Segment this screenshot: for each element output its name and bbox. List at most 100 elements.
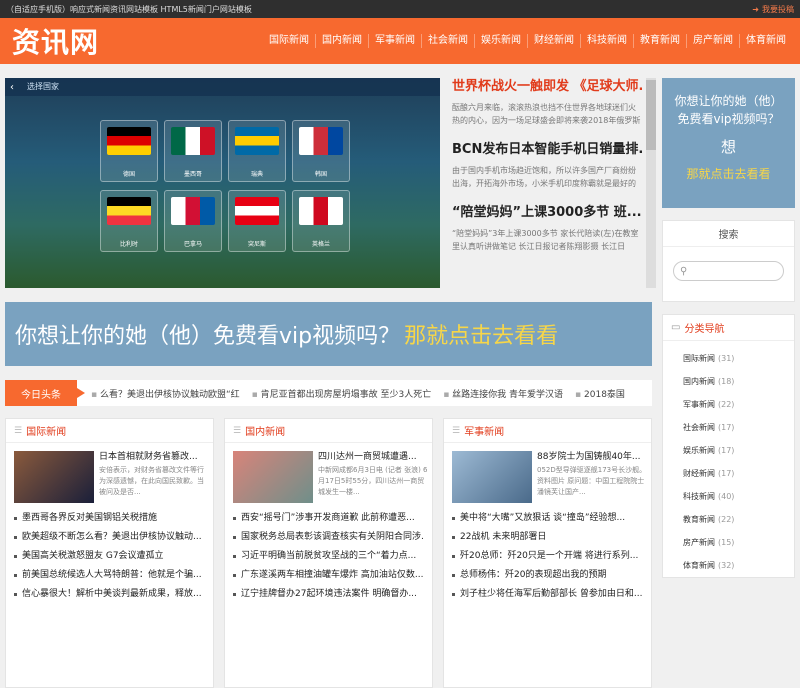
category-item[interactable]: 教育新闻 (22) xyxy=(683,508,794,531)
nav-item[interactable]: 教育新闻 xyxy=(633,34,686,48)
featured-desc: 052D型导弹驱逐舰173号长沙舰。资料图片 原问题：中国工程院院士潘镜芙让国产… xyxy=(537,466,647,496)
featured-article[interactable]: 88岁院士为国铸舰40年... 052D型导弹驱逐舰173号长沙舰。资料图片 原… xyxy=(444,443,651,505)
list-item[interactable]: 美中将“大嘴”又放狠话 谈“撞岛”经验想... xyxy=(452,509,643,528)
category-count: (40) xyxy=(718,492,735,501)
list-item[interactable]: 习近平明确当前脱贫攻坚战的三个“着力点... xyxy=(233,547,424,566)
headline-item[interactable]: BCN发布日本智能手机日销量排... 由于国内手机市场趋近饱和，所以许多国产厂商… xyxy=(452,141,642,190)
sidebar-ad-cta[interactable]: 那就点击去看看 xyxy=(670,165,787,182)
category-list: 国际新闻 (31) 国内新闻 (18) 军事新闻 (22) 社会新闻 (17) 娱乐新闻 (17)… xyxy=(663,341,794,577)
article-thumbnail[interactable] xyxy=(452,451,532,503)
category-item[interactable]: 国际新闻 (31) xyxy=(683,347,794,370)
ticker-label: 今日头条 xyxy=(5,380,85,406)
nav-item[interactable]: 科技新闻 xyxy=(580,34,633,48)
banner-cta[interactable]: 那就点击去看看 xyxy=(404,318,558,350)
category-item[interactable]: 社会新闻 (17) xyxy=(683,416,794,439)
category-name[interactable]: 教育新闻 xyxy=(683,515,715,524)
category-item[interactable]: 财经新闻 (17) xyxy=(683,462,794,485)
article-thumbnail[interactable] xyxy=(14,451,94,503)
column-title[interactable]: 国际新闻 xyxy=(26,423,66,438)
flag-card[interactable]: 比利时 xyxy=(100,190,158,252)
category-name[interactable]: 房产新闻 xyxy=(683,538,715,547)
headline-scrollbar[interactable] xyxy=(646,78,656,288)
flag-card[interactable]: 英格兰 xyxy=(292,190,350,252)
category-name[interactable]: 科技新闻 xyxy=(683,492,715,501)
list-item[interactable]: 辽宁挂牌督办27起环境违法案件 明确督办... xyxy=(233,585,424,604)
list-item[interactable]: 西安“摇号门”涉事开发商道歉 此前称遭恶... xyxy=(233,509,424,528)
ticker-item[interactable]: 丝路连接你我 青年爱学汉语 xyxy=(443,387,563,400)
featured-article[interactable]: 日本首相就财务省篡改... 安倍表示，对财务省篡改文件等行为深感遗憾，在此向国民… xyxy=(6,443,213,505)
list-item[interactable]: 歼20总师：歼20只是一个开端 将进行系列... xyxy=(452,547,643,566)
sidebar-ad-line2: 想 xyxy=(720,138,736,156)
list-item[interactable]: 前美国总统候选人大骂特朗普：他就是个骗... xyxy=(14,566,205,585)
column-title[interactable]: 军事新闻 xyxy=(464,423,504,438)
featured-article[interactable]: 四川达州一商贸城遭遇... 中新网成都6月3日电 (记者 张浪) 6月17日5时… xyxy=(225,443,432,505)
ticker-item[interactable]: 2018泰国 xyxy=(575,387,625,400)
headline-item[interactable]: “陪堂妈妈”上课3000多节 班... “陪堂妈妈”3年上课3000多节 家长代… xyxy=(452,204,642,253)
list-item[interactable]: 国家税务总局表彰该调查核实有关阴阳合同涉... xyxy=(233,528,424,547)
list-item[interactable]: 欧美超级不断怎么看？美退出伊核协议触动... xyxy=(14,528,205,547)
site-logo[interactable]: 资讯网 xyxy=(12,21,132,61)
featured-title[interactable]: 四川达州一商贸城遭遇... xyxy=(318,451,428,463)
search-title: 搜索 xyxy=(663,221,794,247)
category-name[interactable]: 体育新闻 xyxy=(683,561,715,570)
scrollbar-thumb[interactable] xyxy=(646,80,656,150)
nav-item[interactable]: 国际新闻 xyxy=(263,34,315,48)
list-item[interactable]: 广东遂溪两车相撞油罐车爆炸 高加油站仅数... xyxy=(233,566,424,585)
ticker-item[interactable]: 么看？美退出伊核协议触动欧盟“红 xyxy=(91,387,240,400)
category-name[interactable]: 娱乐新闻 xyxy=(683,446,715,455)
list-item[interactable]: 信心暴很大！解析中美谈判最新成果，释放... xyxy=(14,585,205,604)
featured-title[interactable]: 88岁院士为国铸舰40年... xyxy=(537,451,647,463)
flag-label: 德国 xyxy=(122,171,135,178)
main-nav: 国际新闻 国内新闻 军事新闻 社会新闻 娱乐新闻 财经新闻 科技新闻 教育新闻 … xyxy=(132,34,792,48)
news-column: ☰ 国际新闻 日本首相就财务省篡改... 安倍表示，对财务省篡改文件等行为深感遗… xyxy=(5,418,214,688)
featured-slider[interactable]: 选择国家 ‹ 德国 墨西哥 瑞典 韩国 比利时 巴拿马 突尼斯 英格兰 xyxy=(5,78,440,288)
nav-item[interactable]: 社会新闻 xyxy=(421,34,474,48)
flag-label: 比利时 xyxy=(119,241,138,248)
category-item[interactable]: 科技新闻 (40) xyxy=(683,485,794,508)
nav-item[interactable]: 国内新闻 xyxy=(315,34,368,48)
search-icon[interactable]: ⚲ xyxy=(680,266,687,277)
featured-title[interactable]: 日本首相就财务省篡改... xyxy=(99,451,209,463)
category-name[interactable]: 国际新闻 xyxy=(683,354,715,363)
nav-item[interactable]: 军事新闻 xyxy=(368,34,421,48)
nav-item[interactable]: 财经新闻 xyxy=(527,34,580,48)
category-item[interactable]: 国内新闻 (18) xyxy=(683,370,794,393)
flag-card[interactable]: 突尼斯 xyxy=(228,190,286,252)
flag-card[interactable]: 墨西哥 xyxy=(164,120,222,182)
column-header: ☰ 军事新闻 xyxy=(444,419,651,443)
list-item[interactable]: 总师杨伟：歼20的表现超出我的预期 xyxy=(452,566,643,585)
list-item[interactable]: 美国高关税激怒盟友 G7会议遭孤立 xyxy=(14,547,205,566)
category-name[interactable]: 军事新闻 xyxy=(683,400,715,409)
headline-item[interactable]: 世界杯战火一触即发 《足球大师... 酝酿六月来临，滚滚热浪也挡不住世界各地球迷… xyxy=(452,78,642,127)
category-name[interactable]: 社会新闻 xyxy=(683,423,715,432)
headline-title[interactable]: 世界杯战火一触即发 《足球大师... xyxy=(452,78,642,96)
headline-desc: 酝酿六月来临，滚滚热浪也挡不住世界各地球迷们火热的内心，因为一场足球盛会即将来袭… xyxy=(452,103,641,125)
category-item[interactable]: 娱乐新闻 (17) xyxy=(683,439,794,462)
list-item[interactable]: 刘子柱少将任海军后勤部部长 曾参加由日和... xyxy=(452,585,643,604)
category-nav-header: ▭ 分类导航 xyxy=(663,315,794,341)
list-item[interactable]: 22战机 未来明部署日 xyxy=(452,528,643,547)
ticker-item[interactable]: 肯尼亚首都出现房屋坍塌事故 至少3人死亡 xyxy=(252,387,432,400)
category-item[interactable]: 房产新闻 (15) xyxy=(683,531,794,554)
article-thumbnail[interactable] xyxy=(233,451,313,503)
flag-card[interactable]: 韩国 xyxy=(292,120,350,182)
sidebar-ad[interactable]: 你想让你的她（他）免费看vip视频吗？ 想 那就点击去看看 xyxy=(662,78,795,208)
nav-item[interactable]: 娱乐新闻 xyxy=(474,34,527,48)
submit-link[interactable]: ➜ 我要投稿 xyxy=(752,4,794,15)
category-name[interactable]: 国内新闻 xyxy=(683,377,715,386)
column-title[interactable]: 国内新闻 xyxy=(245,423,285,438)
flag-icon xyxy=(299,127,343,155)
search-input[interactable]: ⚲ xyxy=(673,261,784,281)
ad-banner[interactable]: 你想让你的她（他）免费看vip视频吗？ 那就点击去看看 xyxy=(5,302,652,366)
flag-card[interactable]: 德国 xyxy=(100,120,158,182)
category-name[interactable]: 财经新闻 xyxy=(683,469,715,478)
list-item[interactable]: 墨西哥各界反对美国钢铝关税措施 xyxy=(14,509,205,528)
flag-card[interactable]: 瑞典 xyxy=(228,120,286,182)
headline-title[interactable]: BCN发布日本智能手机日销量排... xyxy=(452,141,642,159)
nav-item[interactable]: 房产新闻 xyxy=(686,34,739,48)
flag-card[interactable]: 巴拿马 xyxy=(164,190,222,252)
nav-item[interactable]: 体育新闻 xyxy=(739,34,792,48)
headline-title[interactable]: “陪堂妈妈”上课3000多节 班... xyxy=(452,204,642,222)
category-item[interactable]: 体育新闻 (32) xyxy=(683,554,794,577)
category-item[interactable]: 军事新闻 (22) xyxy=(683,393,794,416)
